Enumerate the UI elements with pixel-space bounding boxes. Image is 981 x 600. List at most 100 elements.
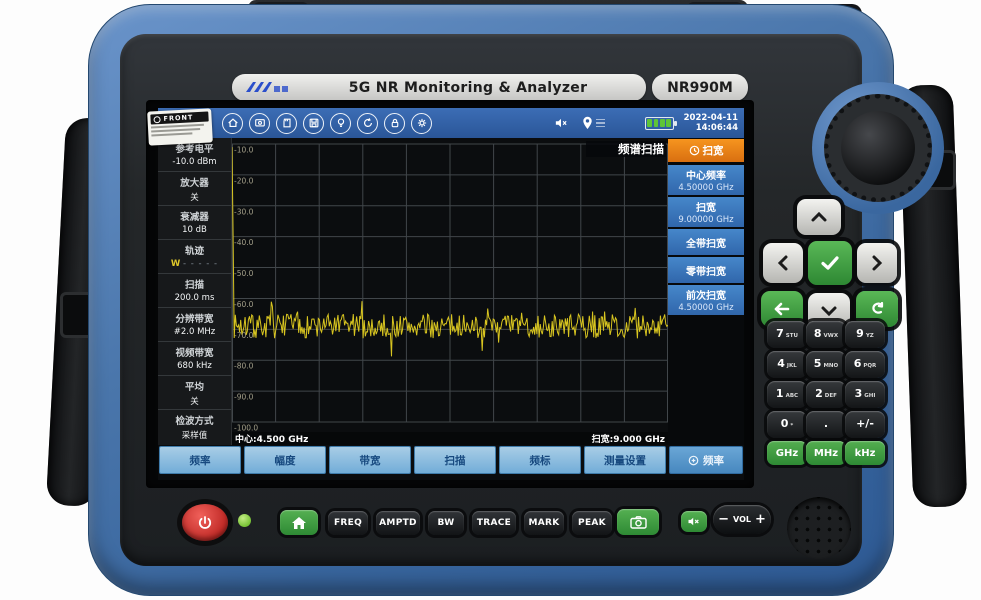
menu-meas-setup[interactable]: 测量设置 — [584, 446, 666, 474]
gps-pin-icon[interactable] — [582, 116, 593, 130]
status-bar: 2022-04-1114:06:44 — [158, 108, 744, 138]
parameter-sidebar: 参考电平 -10.0 dBm 放大器 关 衰减器 10 dB 轨迹 W - - … — [158, 138, 232, 446]
mode-title: 频谱扫描 — [586, 141, 666, 157]
power-button[interactable] — [182, 504, 228, 541]
softkey-center-frequency[interactable]: 中心频率 4.50000 GHz — [668, 165, 744, 195]
gear-icon[interactable] — [411, 113, 432, 134]
peak-button[interactable]: PEAK — [572, 511, 612, 535]
svg-text:-60.0: -60.0 — [234, 300, 254, 309]
volume-up[interactable]: + — [755, 513, 766, 526]
softkey-last-span[interactable]: 前次扫宽 4.50000 GHz — [668, 285, 744, 315]
volume-rocker[interactable]: − VOL + — [713, 505, 771, 534]
softkey-span-active[interactable]: 扫宽 — [668, 139, 744, 162]
svg-text:-80.0: -80.0 — [234, 362, 254, 371]
svg-text:-20.0: -20.0 — [234, 176, 254, 185]
camera-icon — [630, 516, 647, 529]
mute-icon[interactable] — [554, 117, 568, 129]
softkey-full-span[interactable]: 全带扫宽 — [668, 229, 744, 255]
return-arrow-icon — [869, 302, 885, 316]
protective-sticker: FRONT — [147, 108, 213, 145]
key-0[interactable]: 0* — [767, 411, 807, 438]
chart-footer: 中心:4.500 GHz 扫宽:9.000 GHz — [232, 432, 668, 445]
volume-down[interactable]: − — [718, 513, 729, 526]
check-icon — [820, 255, 840, 271]
nav-left-key[interactable] — [763, 243, 803, 283]
key-3[interactable]: 3GHI — [845, 381, 885, 408]
chevron-left-icon — [777, 254, 789, 272]
param-attenuator[interactable]: 衰减器 10 dB — [158, 206, 231, 240]
chevron-up-icon — [810, 211, 828, 223]
param-average[interactable]: 平均 关 — [158, 376, 231, 410]
camera-button[interactable] — [617, 509, 659, 535]
menu-sweep[interactable]: 扫描 — [414, 446, 496, 474]
device-photo: 5G NR Monitoring & Analyzer NR990M — [0, 0, 981, 600]
nav-ok-key[interactable] — [808, 241, 852, 285]
model-number: NR990M — [667, 80, 733, 96]
svg-text:-100.0: -100.0 — [234, 424, 258, 433]
bw-button[interactable]: BW — [428, 511, 464, 535]
key-5[interactable]: 5MNO — [806, 351, 846, 378]
key-6[interactable]: 6PQR — [845, 351, 885, 378]
mark-button[interactable]: MARK — [524, 511, 564, 535]
nav-up-key[interactable] — [797, 199, 841, 235]
center-freq-label: 中心:4.500 GHz — [235, 432, 308, 445]
nav-right-key[interactable] — [857, 243, 897, 283]
svg-text:-30.0: -30.0 — [234, 207, 254, 216]
svg-text:-70.0: -70.0 — [234, 331, 254, 340]
key-khz[interactable]: kHz — [845, 441, 885, 465]
key-ghz[interactable]: GHz — [767, 441, 807, 465]
power-led — [238, 514, 251, 527]
key-7[interactable]: 7STU — [767, 321, 807, 348]
param-amplifier[interactable]: 放大器 关 — [158, 172, 231, 206]
param-trace[interactable]: 轨迹 W - - - - - — [158, 240, 231, 274]
spectrum-trace-svg: -10.0-20.0-30.0-40.0-50.0-60.0-70.0-80.0… — [232, 138, 668, 432]
refresh-icon[interactable] — [357, 113, 378, 134]
sweep-icon — [689, 145, 700, 156]
freq-button[interactable]: FREQ — [328, 511, 368, 535]
param-vbw[interactable]: 视频带宽 680 kHz — [158, 342, 231, 376]
param-detector[interactable]: 检波方式 采样值 — [158, 410, 231, 444]
amptd-button[interactable]: AMPTD — [376, 511, 420, 535]
key-mhz[interactable]: MHz — [806, 441, 846, 465]
menu-amplitude[interactable]: 幅度 — [244, 446, 326, 474]
device-title: 5G NR Monitoring & Analyzer — [290, 80, 646, 96]
key-1[interactable]: 1ABC — [767, 381, 807, 408]
home-icon — [291, 516, 307, 530]
chevron-right-icon — [871, 254, 883, 272]
mute-button[interactable] — [681, 511, 707, 532]
key-plus-minus[interactable]: +/- — [845, 411, 885, 438]
spectrum-chart: -10.0-20.0-30.0-40.0-50.0-60.0-70.0-80.0… — [232, 138, 668, 432]
key-8[interactable]: 8VWX — [806, 321, 846, 348]
bottom-menu: 频率 幅度 带宽 扫描 频标 测量设置 频率 — [158, 445, 744, 480]
freq-shortcut-icon — [688, 455, 699, 466]
trace-button[interactable]: TRACE — [472, 511, 516, 535]
menu-frequency-shortcut[interactable]: 频率 — [669, 446, 743, 474]
battery-icon — [645, 117, 674, 130]
menu-marker[interactable]: 频标 — [499, 446, 581, 474]
softkey-span[interactable]: 扫宽 9.00000 GHz — [668, 197, 744, 227]
param-rbw[interactable]: 分辨带宽 #2.0 MHz — [158, 308, 231, 342]
key-4[interactable]: 4JKL — [767, 351, 807, 378]
home-button[interactable] — [280, 510, 318, 535]
bulb-icon[interactable] — [330, 113, 351, 134]
save-icon[interactable] — [303, 113, 324, 134]
sd-card-icon[interactable] — [276, 113, 297, 134]
softkey-zero-span[interactable]: 零带扫宽 — [668, 257, 744, 283]
home-icon[interactable] — [222, 113, 243, 134]
param-sweep-time[interactable]: 扫描 200.0 ms — [158, 274, 231, 308]
menu-bandwidth[interactable]: 带宽 — [329, 446, 411, 474]
rotary-knob[interactable] — [841, 111, 915, 185]
screen-icon[interactable] — [249, 113, 270, 134]
datetime-display: 2022-04-1114:06:44 — [684, 113, 738, 133]
menu-frequency[interactable]: 频率 — [159, 446, 241, 474]
span-label: 扫宽:9.000 GHz — [592, 432, 665, 445]
power-icon — [197, 515, 213, 531]
lcd-screen: 2022-04-1114:06:44 参考电平 -10.0 dBm 放大器 关 … — [158, 108, 744, 480]
key-2[interactable]: 2DEF — [806, 381, 846, 408]
sticker-icon — [153, 116, 160, 123]
key-dot[interactable]: . — [806, 411, 846, 438]
lock-icon[interactable] — [384, 113, 405, 134]
key-9[interactable]: 9YZ — [845, 321, 885, 348]
brand-logo — [244, 80, 290, 96]
speaker-grille — [787, 497, 851, 559]
